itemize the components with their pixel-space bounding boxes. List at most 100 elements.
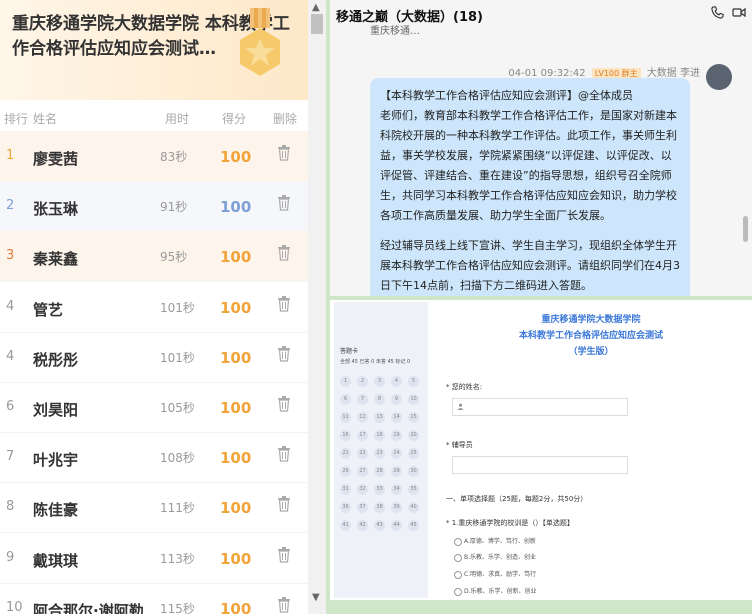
table-row: 7 叶兆宇 108秒 100 — [0, 432, 308, 484]
col-score: 得分 — [222, 112, 247, 126]
answer-card-number[interactable]: 29 — [391, 466, 402, 477]
radio-icon — [454, 537, 462, 546]
rank: 7 — [6, 449, 15, 465]
scroll-down-arrow-icon[interactable]: ▼ — [312, 592, 320, 603]
trash-icon[interactable] — [277, 446, 291, 462]
score: 100 — [220, 599, 252, 614]
answer-card-number[interactable]: 35 — [408, 484, 419, 495]
trash-icon[interactable] — [277, 245, 291, 261]
column-header: 排行 姓名 用时 得分 删除 — [0, 102, 308, 130]
trash-icon[interactable] — [277, 396, 291, 412]
answer-card-number[interactable]: 5 — [408, 376, 419, 387]
trash-icon[interactable] — [277, 496, 291, 512]
student-name: 陈佳豪 — [33, 501, 79, 520]
table-row: 2 张玉琳 91秒 100 — [0, 181, 308, 233]
form-title-line1: 重庆移通学院大数据学院 — [541, 315, 641, 325]
rank: 2 — [6, 198, 15, 214]
rank: 9 — [6, 549, 15, 565]
video-call-icon[interactable] — [732, 6, 746, 19]
answer-card-number[interactable]: 43 — [374, 520, 385, 531]
table-row: 1 廖雯茜 83秒 100 — [0, 131, 308, 182]
leaderboard-panel: 重庆移通学院大数据学院 本科教学工作合格评估应知应会测试… 排行 姓名 用时 得… — [0, 0, 326, 614]
answer-card-number[interactable]: 4 — [391, 376, 402, 387]
answer-card-number[interactable]: 10 — [408, 394, 419, 405]
answer-card-number[interactable]: 14 — [391, 412, 402, 423]
answer-card: 答题卡 全部 45 已答 0 未答 45 标记 0 1 2 3 4 5 6 7 8 9 10 11 1… — [334, 302, 428, 598]
message-bubble[interactable]: 【本科教学工作合格评估应知应会测评】@全体成员 老师们，教育部本科教学工作合格评… — [370, 78, 690, 296]
answer-card-number[interactable]: 41 — [340, 520, 351, 531]
col-name: 姓名 — [33, 112, 58, 126]
option-c[interactable]: C.明德、求真、励学、笃行 — [454, 569, 536, 579]
answer-card-number[interactable]: 32 — [357, 484, 368, 495]
option-b[interactable]: B.乐教、乐学、创造、创业 — [454, 552, 536, 562]
student-name: 廖雯茜 — [33, 150, 79, 168]
answer-card-number[interactable]: 40 — [408, 502, 419, 513]
scroll-thumb[interactable] — [311, 14, 323, 34]
answer-card-number[interactable]: 15 — [408, 412, 419, 423]
score: 100 — [220, 198, 252, 217]
answer-card-number[interactable]: 18 — [374, 430, 385, 441]
answer-card-number[interactable]: 9 — [391, 394, 402, 405]
student-name: 税彤彤 — [33, 350, 79, 369]
answer-card-number[interactable]: 38 — [374, 502, 385, 513]
table-row: 6 刘昊阳 105秒 100 — [0, 382, 308, 433]
time-used: 113秒 — [160, 551, 195, 566]
answer-card-number[interactable]: 13 — [374, 412, 385, 423]
answer-card-number[interactable]: 17 — [357, 430, 368, 441]
answer-card-number[interactable]: 7 — [357, 394, 368, 405]
radio-icon — [454, 587, 462, 596]
answer-card-number[interactable]: 23 — [374, 448, 385, 459]
answer-card-number[interactable]: 37 — [357, 502, 368, 513]
radio-icon — [454, 553, 462, 562]
trash-icon[interactable] — [277, 295, 291, 312]
answer-card-number[interactable]: 8 — [374, 394, 385, 405]
trash-icon[interactable] — [277, 145, 291, 161]
rank: 1 — [6, 148, 15, 163]
answer-card-number[interactable]: 16 — [340, 430, 351, 441]
answer-card-number[interactable]: 1 — [340, 376, 351, 387]
answer-card-number[interactable]: 30 — [408, 466, 419, 477]
option-a[interactable]: A.厚德、博学、笃行、创新 — [454, 536, 536, 546]
answer-card-number[interactable]: 39 — [391, 502, 402, 513]
student-name: 刘昊阳 — [33, 401, 79, 419]
answer-card-number[interactable]: 22 — [357, 448, 368, 459]
form-title-line2: 本科教学工作合格评估应知应会测试 — [518, 331, 663, 341]
trash-icon[interactable] — [277, 195, 291, 211]
answer-card-number[interactable]: 42 — [357, 520, 368, 531]
answer-card-number[interactable]: 20 — [408, 430, 419, 441]
answer-card-number[interactable]: 11 — [340, 412, 351, 423]
leaderboard-scrollbar[interactable]: ▲ ▼ — [308, 0, 326, 614]
answer-card-number[interactable]: 45 — [408, 520, 419, 531]
trash-icon[interactable] — [277, 546, 291, 563]
answer-card-number[interactable]: 25 — [408, 448, 419, 459]
table-row: 8 陈佳豪 111秒 100 — [0, 482, 308, 534]
answer-card-number[interactable]: 28 — [374, 466, 385, 477]
answer-card-number[interactable]: 24 — [391, 448, 402, 459]
avatar[interactable] — [706, 64, 732, 90]
answer-card-number[interactable]: 27 — [357, 466, 368, 477]
answer-card-number[interactable]: 12 — [357, 412, 368, 423]
answer-card-number[interactable]: 44 — [391, 520, 402, 531]
table-row: 4 管艺 101秒 100 — [0, 282, 308, 333]
answer-card-number[interactable]: 2 — [357, 376, 368, 387]
answer-card-number[interactable]: 33 — [374, 484, 385, 495]
answer-card-number[interactable]: 31 — [340, 484, 351, 495]
name-label: * 您的姓名: — [446, 383, 483, 391]
answer-card-number[interactable]: 6 — [340, 394, 351, 405]
option-d[interactable]: D.乐教、乐学、创新、创业 — [454, 586, 537, 596]
chat-scrollbar[interactable] — [743, 216, 748, 242]
name-input[interactable] — [452, 398, 628, 416]
answer-card-number[interactable]: 26 — [340, 466, 351, 477]
answer-card-number[interactable]: 34 — [391, 484, 402, 495]
phone-icon[interactable] — [711, 6, 724, 19]
trash-icon[interactable] — [277, 345, 291, 362]
answer-card-number[interactable]: 21 — [340, 448, 351, 459]
scroll-up-arrow-icon[interactable]: ▲ — [312, 2, 320, 13]
student-name: 阿合那尔·谢阿勒 — [33, 601, 144, 614]
student-name: 叶兆宇 — [33, 451, 79, 470]
answer-card-number[interactable]: 36 — [340, 502, 351, 513]
answer-card-number[interactable]: 3 — [374, 376, 385, 387]
counselor-input[interactable] — [452, 456, 628, 474]
answer-card-number[interactable]: 19 — [391, 430, 402, 441]
trash-icon[interactable] — [277, 596, 291, 613]
